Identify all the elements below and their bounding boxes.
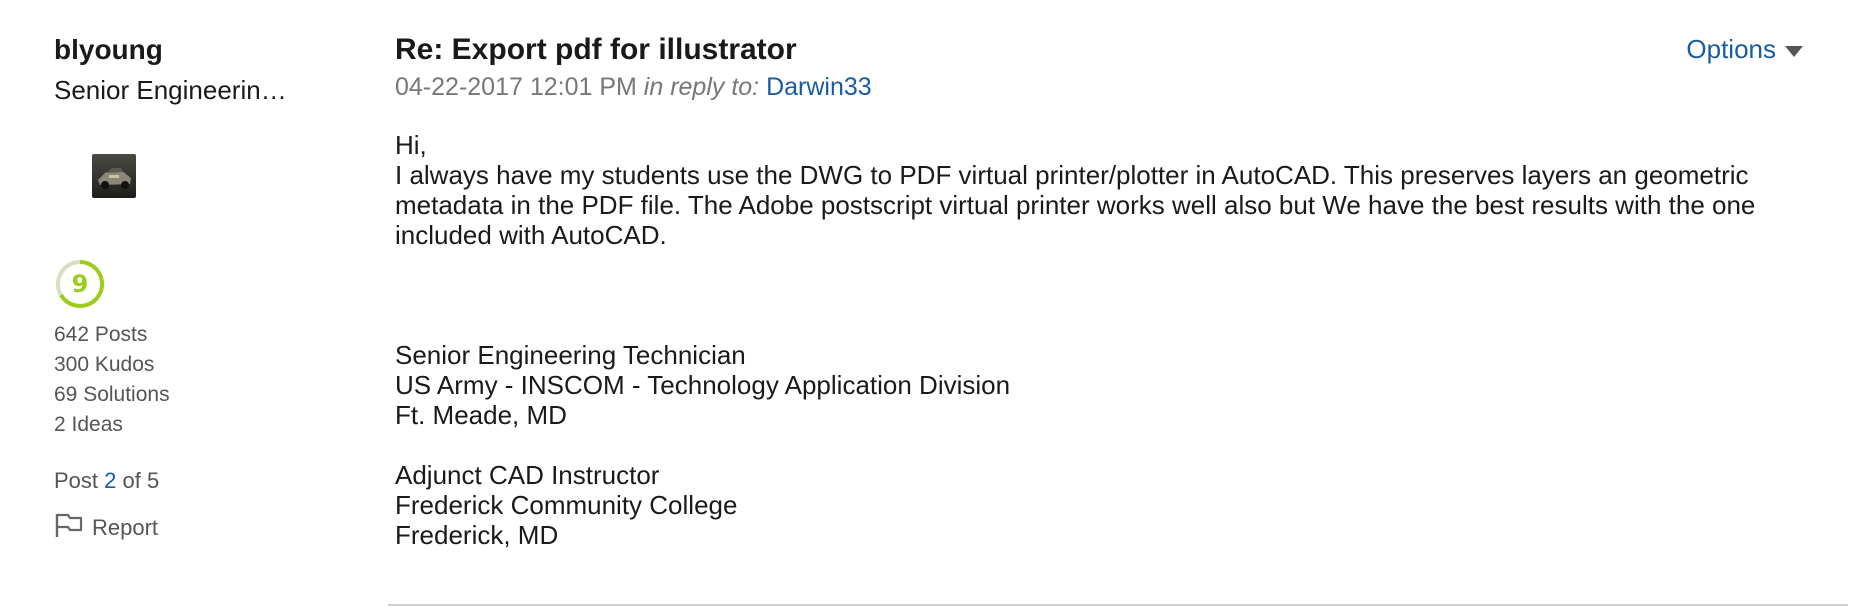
level-badge-icon: 9 <box>54 258 106 310</box>
post-position-prefix: Post <box>54 468 99 493</box>
author-username[interactable]: blyoung <box>54 32 354 68</box>
signature-line: Frederick, MD <box>395 520 559 550</box>
report-button[interactable]: Report <box>54 512 158 544</box>
forum-post: blyoung Senior Engineerin… 9 642 Posts 3… <box>0 0 1858 612</box>
options-menu-button[interactable]: Options <box>1686 34 1804 65</box>
message-panel: Re: Export pdf for illustrator 04-22-201… <box>395 30 1815 550</box>
author-rank: Senior Engineerin… <box>54 75 287 105</box>
stat-kudos[interactable]: 300 Kudos <box>54 350 170 380</box>
avatar-image <box>92 154 136 198</box>
signature-line: Adjunct CAD Instructor <box>395 460 660 490</box>
flag-icon <box>54 512 84 544</box>
post-position-suffix: of 5 <box>122 468 160 493</box>
body-paragraph: I always have my students use the DWG to… <box>395 160 1756 250</box>
options-label: Options <box>1686 34 1776 64</box>
message-timestamp: 04-22-2017 12:01 PM <box>395 73 637 101</box>
stat-ideas[interactable]: 2 Ideas <box>54 410 170 440</box>
message-body: Hi, I always have my students use the DW… <box>395 130 1825 550</box>
signature-line: US Army - INSCOM - Technology Applicatio… <box>395 370 1011 400</box>
stat-posts[interactable]: 642 Posts <box>54 320 170 350</box>
message-subject[interactable]: Re: Export pdf for illustrator <box>395 30 1815 70</box>
message-meta: 04-22-2017 12:01 PM in reply to: Darwin3… <box>395 70 1815 104</box>
in-reply-label: in reply to: <box>643 73 760 101</box>
level-number: 9 <box>72 270 89 298</box>
signature-line: Senior Engineering Technician <box>395 340 746 370</box>
signature-line: Ft. Meade, MD <box>395 400 567 430</box>
post-divider <box>388 604 1848 606</box>
avatar[interactable] <box>92 154 136 198</box>
chevron-down-icon <box>1784 34 1804 65</box>
report-label: Report <box>92 515 159 540</box>
post-position: Post 2 of 5 <box>54 468 159 494</box>
signature-line: Frederick Community College <box>395 490 738 520</box>
post-position-number[interactable]: 2 <box>104 468 116 493</box>
author-stats: 642 Posts 300 Kudos 69 Solutions 2 Ideas <box>54 320 170 440</box>
body-greeting: Hi, <box>395 130 427 160</box>
author-panel: blyoung Senior Engineerin… 9 642 Posts 3… <box>54 32 354 540</box>
reply-user-link[interactable]: Darwin33 <box>766 73 872 101</box>
stat-solutions[interactable]: 69 Solutions <box>54 380 170 410</box>
